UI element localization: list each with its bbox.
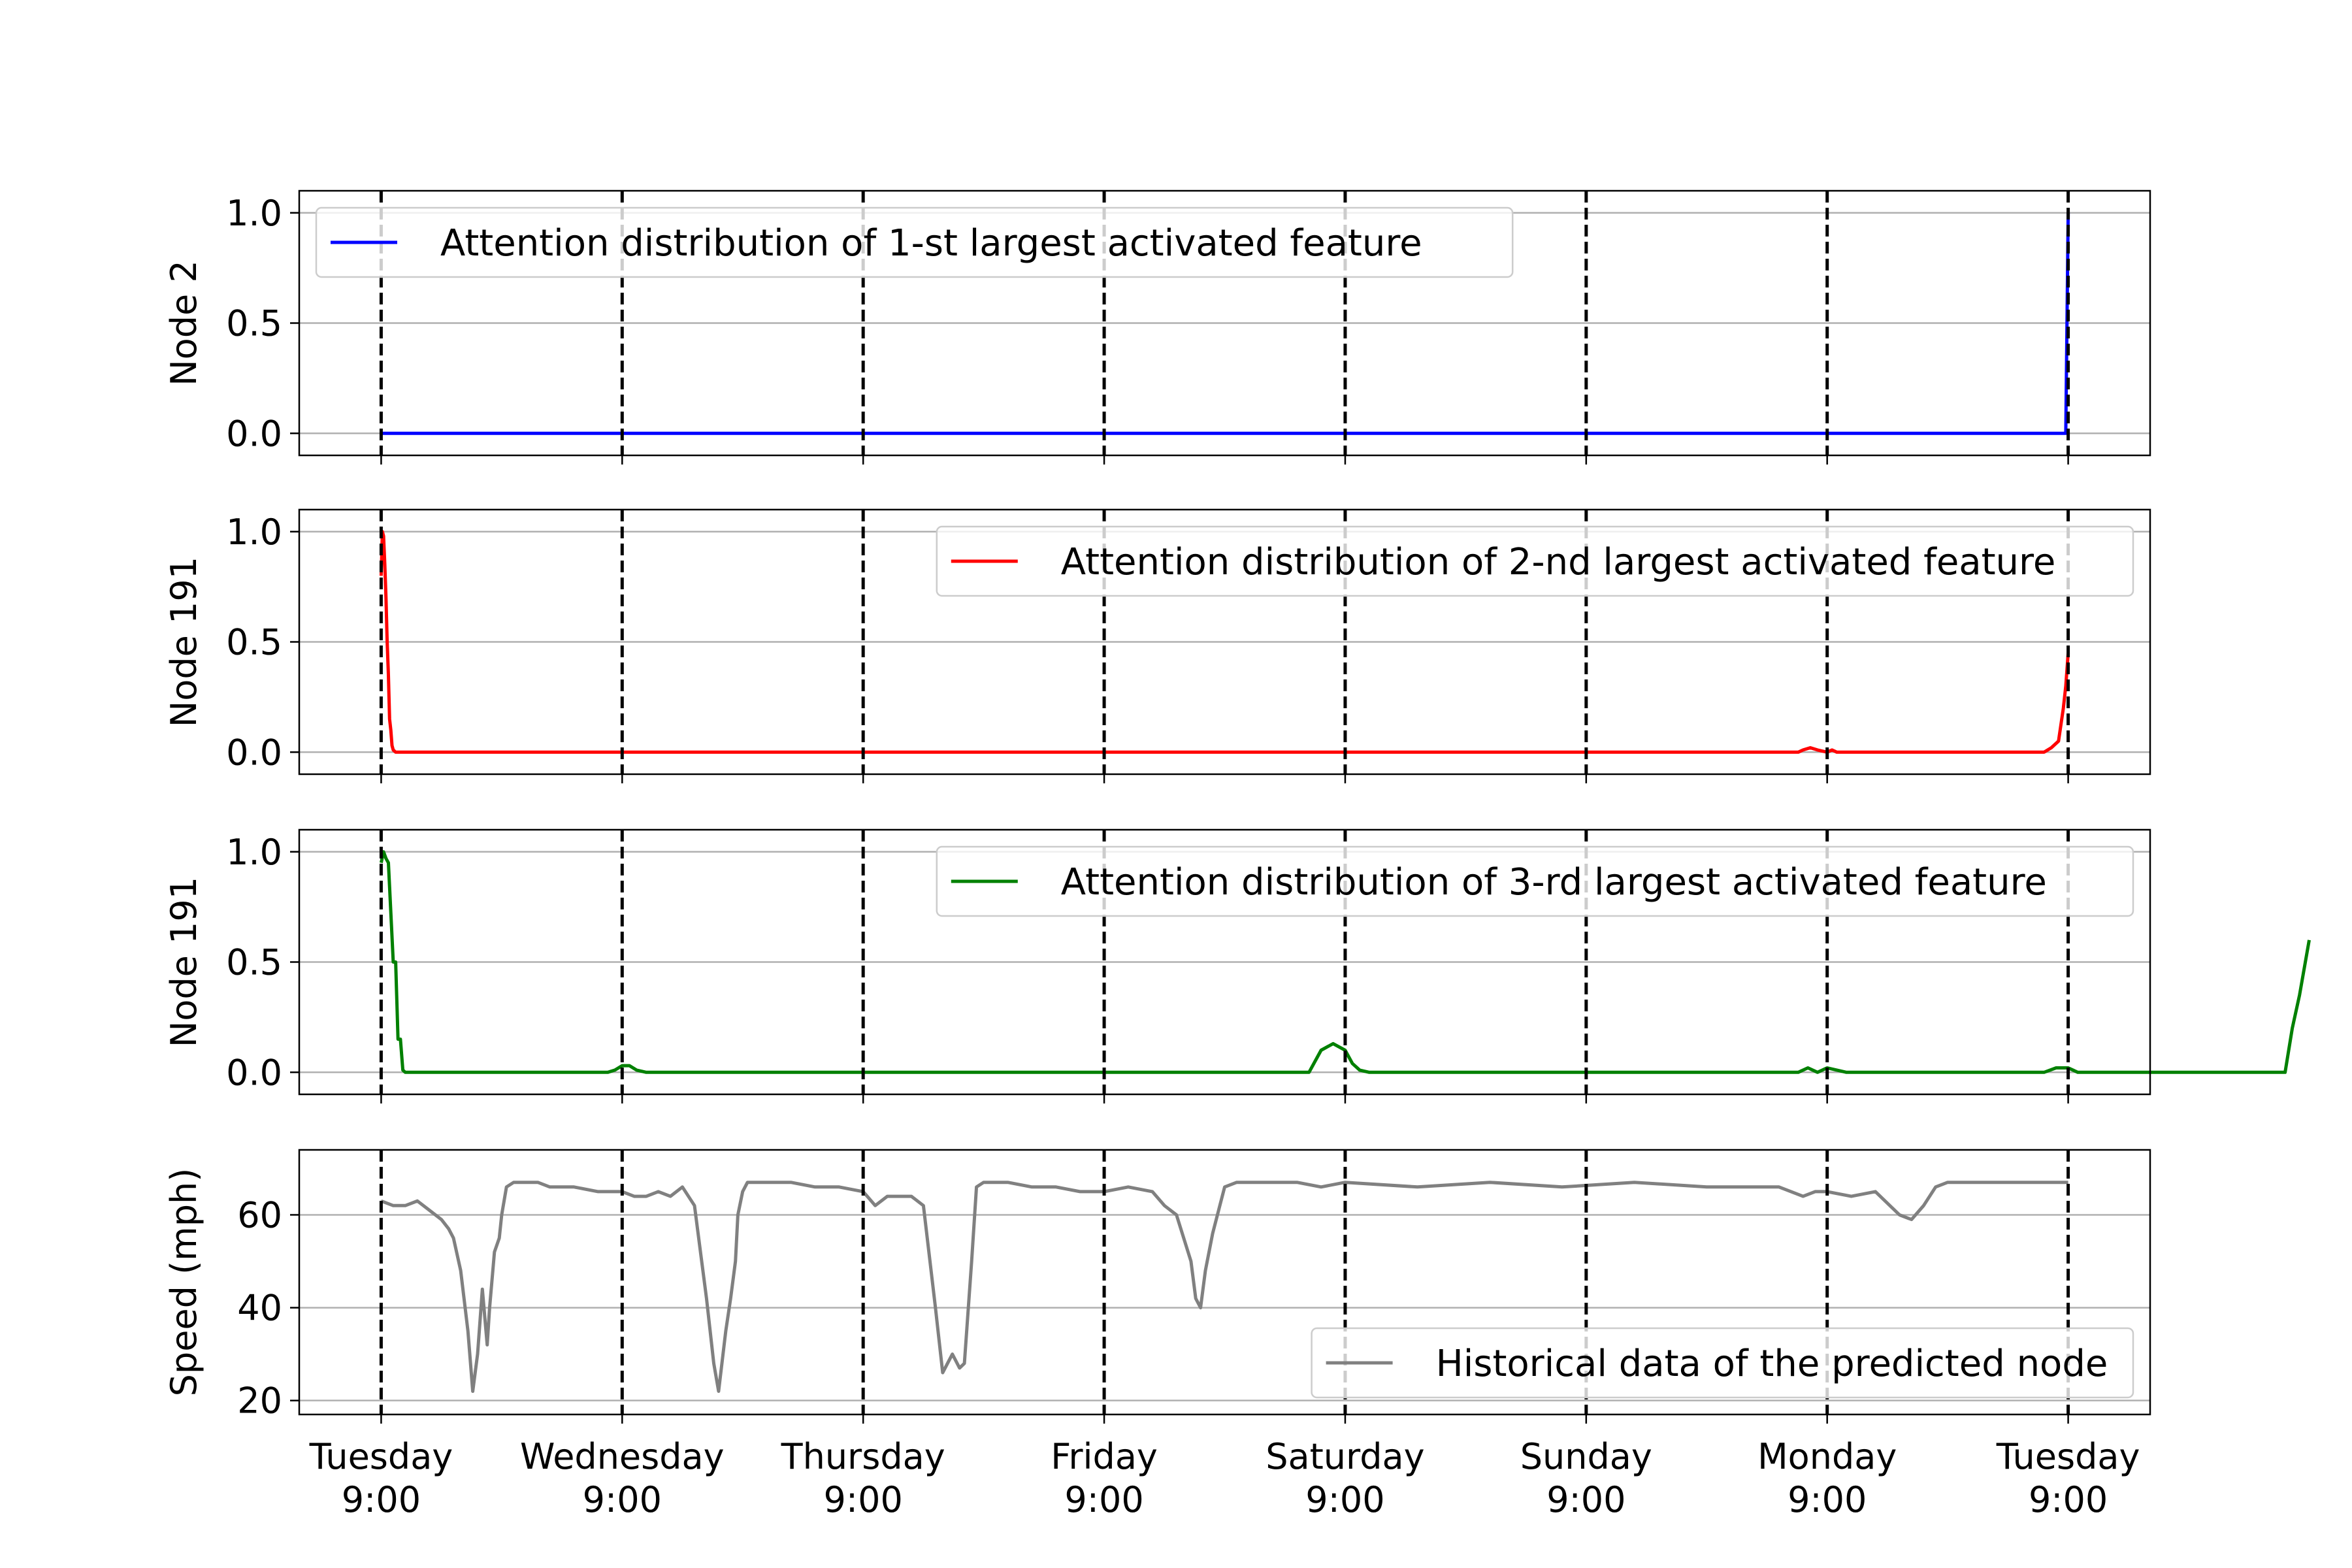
y-tick-label: 0.0 [226,413,282,454]
y-tick-label: 0.5 [226,303,282,344]
x-tick-label-day: Tuesday [309,1436,453,1477]
subplot-1: 0.0 0.5 1.0 Node 2 Attention distribution of… [163,189,2151,465]
legend: Attention distribution of 1-st largest a… [315,206,1514,278]
legend-label: Attention distribution of 1-st largest a… [440,222,1422,265]
y-tick-label: 0.0 [226,732,282,773]
x-tick-label-day: Thursday [781,1436,945,1477]
y-tick-label: 1.0 [226,832,282,873]
x-tick-label-time: 9:00 [583,1479,662,1520]
x-tick-label-day: Saturday [1266,1436,1424,1477]
figure: 0.0 0.5 1.0 Node 2 Attention distribution of… [163,189,2311,1520]
subplot-2: 0.0 0.5 1.0 Node 191 Attention distribution … [163,508,2151,783]
y-axis-label: Speed (mph) [163,1168,204,1397]
x-tick-label-time: 9:00 [824,1479,903,1520]
y-tick-label: 1.0 [226,512,282,553]
legend-label: Attention distribution of 3-rd largest a… [1061,861,2047,904]
x-axis: Tuesday9:00Wednesday9:00Thursday9:00Frid… [309,1436,2140,1520]
x-tick-label-day: Friday [1051,1436,1158,1477]
x-tick-label-day: Tuesday [1996,1436,2140,1477]
x-tick-label-time: 9:00 [1788,1479,1867,1520]
y-tick-label: 60 [237,1194,282,1235]
x-tick-label-time: 9:00 [1546,1479,1625,1520]
y-tick-label: 0.0 [226,1052,282,1093]
subplot-3: 0.0 0.5 1.0 Node 191 Attention distribution … [163,828,2311,1103]
x-tick-label-day: Monday [1757,1436,1897,1477]
y-tick-label: 0.5 [226,622,282,663]
x-tick-label-time: 9:00 [1305,1479,1384,1520]
y-tick-label: 1.0 [226,193,282,234]
legend: Attention distribution of 2-nd largest a… [936,525,2134,597]
x-tick-label-time: 9:00 [2029,1479,2108,1520]
legend-label: Attention distribution of 2-nd largest a… [1061,541,2056,583]
y-axis-label: Node 191 [163,877,204,1047]
y-tick-label: 20 [237,1380,282,1422]
subplot-4: 20 40 60 Speed (mph) Historical data of the … [163,1149,2151,1424]
legend-label: Historical data of the predicted node [1436,1343,2108,1385]
y-tick-label: 40 [237,1288,282,1329]
y-axis-label: Node 2 [163,260,204,385]
x-tick-label-day: Sunday [1520,1436,1652,1477]
legend: Attention distribution of 3-rd largest a… [936,845,2134,917]
x-tick-label-time: 9:00 [1064,1479,1143,1520]
subplots: 0.0 0.5 1.0 Node 2 Attention distribution of… [163,189,2311,1424]
x-tick-label-day: Wednesday [520,1436,725,1477]
y-tick-label: 0.5 [226,942,282,983]
legend: Historical data of the predicted node [1311,1327,2134,1399]
x-tick-label-time: 9:00 [342,1479,421,1520]
y-axis-label: Node 191 [163,557,204,727]
